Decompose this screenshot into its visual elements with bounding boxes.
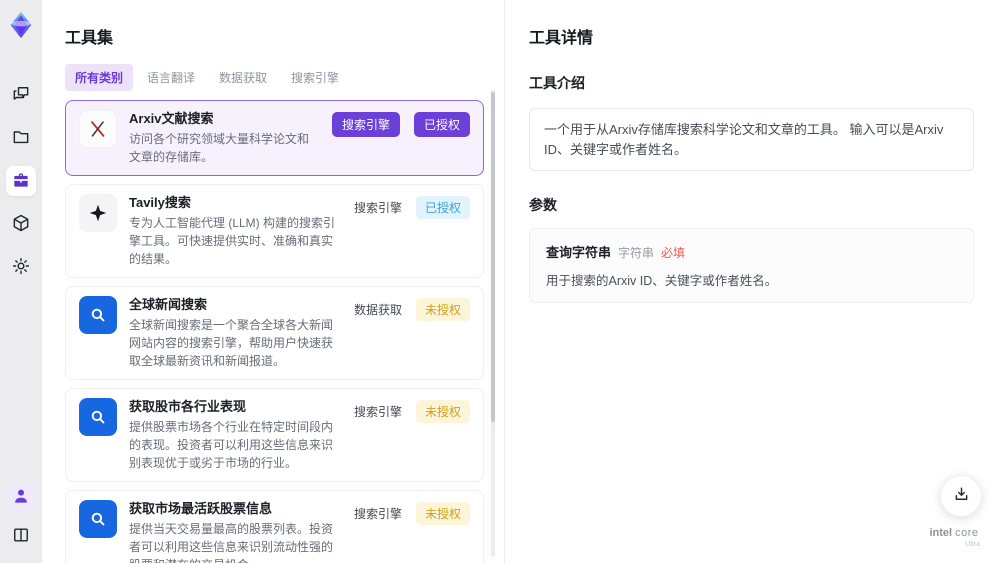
category-tab[interactable]: 所有类别 <box>65 64 134 91</box>
category-tab[interactable]: 数据获取 <box>209 64 277 91</box>
sidebar-item-toolbox[interactable] <box>6 166 36 196</box>
tool-name: 全球新闻搜索 <box>129 297 208 312</box>
download-button[interactable] <box>940 475 982 517</box>
tool-body: 全球新闻搜索 全球新闻搜索是一个聚合全球各大新闻网站内容的搜索引擎，帮助用户快速… <box>129 296 342 370</box>
tool-meta: 搜索引擎 未授权 <box>354 502 470 525</box>
tool-category: 搜索引擎 <box>353 201 402 215</box>
param-name: 查询字符串 <box>546 245 612 260</box>
toolbox-icon <box>11 170 31 193</box>
tool-card[interactable]: 全球新闻搜索 全球新闻搜索是一个聚合全球各大新闻网站内容的搜索引擎，帮助用户快速… <box>65 286 484 380</box>
tool-description: 提供股票市场各个行业在特定时间段内的表现。投资者可以利用这些信息来识别表现优于或… <box>129 420 334 470</box>
tool-intro-box: 一个用于从Arxiv存储库搜索科学论文和文章的工具。 输入可以是Arxiv ID… <box>529 108 974 171</box>
tool-name: Arxiv文献搜索 <box>129 111 214 126</box>
search-blue-icon <box>79 296 117 334</box>
tab-label: 搜索引擎 <box>291 71 340 85</box>
tool-list-panel: 工具集 所有类别 语言翻译 数据获取 搜索引擎 Arxiv文献搜索 访问各个研究… <box>42 0 504 563</box>
page-title: 工具集 <box>65 30 114 47</box>
tool-description: 全球新闻搜索是一个聚合全球各大新闻网站内容的搜索引擎，帮助用户快速获取全球最新资… <box>129 318 334 368</box>
tool-body: Arxiv文献搜索 访问各个研究领域大量科学论文和文章的存储库。 <box>129 110 320 166</box>
tool-card[interactable]: 获取股市各行业表现 提供股票市场各个行业在特定时间段内的表现。投资者可以利用这些… <box>65 388 484 482</box>
tool-auth-badge: 未授权 <box>415 298 470 321</box>
tool-body: 获取市场最活跃股票信息 提供当天交易量最高的股票列表。投资者可以利用这些信息来识… <box>129 500 342 563</box>
left-rail <box>0 0 42 563</box>
param-head: 查询字符串 字符串 必填 <box>546 242 957 261</box>
tool-auth-badge: 未授权 <box>415 502 470 525</box>
category-tabs: 所有类别 语言翻译 数据获取 搜索引擎 <box>65 64 484 91</box>
tool-category: 搜索引擎 <box>353 405 402 419</box>
tool-name: Tavily搜索 <box>129 195 191 210</box>
sidebar-item-files[interactable] <box>6 123 36 153</box>
intro-heading: 工具介绍 <box>529 75 585 91</box>
download-icon <box>952 485 971 507</box>
tool-meta: 搜索引擎 未授权 <box>354 400 470 423</box>
tab-label: 语言翻译 <box>147 71 196 85</box>
tool-name: 获取股市各行业表现 <box>129 399 247 414</box>
tab-label: 所有类别 <box>75 71 124 85</box>
settings-icon <box>11 256 31 279</box>
chat-icon <box>11 84 31 107</box>
tool-category: 搜索引擎 <box>353 507 402 521</box>
search-blue-icon <box>79 398 117 436</box>
params-list: 查询字符串 字符串 必填 用于搜索的Arxiv ID、关键字或作者姓名。 <box>529 228 974 303</box>
tool-card[interactable]: Arxiv文献搜索 访问各个研究领域大量科学论文和文章的存储库。 搜索引擎 已授… <box>65 100 484 176</box>
user-icon <box>11 486 31 509</box>
sidebar-item-collapse[interactable] <box>6 521 36 551</box>
category-tab[interactable]: 搜索引擎 <box>281 64 349 91</box>
tool-description: 专为人工智能代理 (LLM) 构建的搜索引擎工具。可快速提供实时、准确和真实的结… <box>129 216 336 266</box>
tool-description: 提供当天交易量最高的股票列表。投资者可以利用这些信息来识别流动性强的股票和潜在的… <box>129 522 334 563</box>
intel-core-logo: intel core Ultra <box>929 527 980 548</box>
tool-description: 访问各个研究领域大量科学论文和文章的存储库。 <box>129 132 310 164</box>
sidebar-item-user[interactable] <box>7 483 35 511</box>
tool-card[interactable]: 获取市场最活跃股票信息 提供当天交易量最高的股票列表。投资者可以利用这些信息来识… <box>65 490 484 563</box>
category-tab[interactable]: 语言翻译 <box>137 64 205 91</box>
tool-auth-badge: 已授权 <box>413 112 470 137</box>
tool-body: 获取股市各行业表现 提供股票市场各个行业在特定时间段内的表现。投资者可以利用这些… <box>129 398 342 472</box>
tool-detail-panel: 工具详情 工具介绍 一个用于从Arxiv存储库搜索科学论文和文章的工具。 输入可… <box>504 0 1000 563</box>
rail-nav <box>6 80 36 282</box>
search-blue-icon <box>79 500 117 538</box>
folder-icon <box>11 127 31 150</box>
tab-label: 数据获取 <box>219 71 268 85</box>
sidebar-item-packages[interactable] <box>6 209 36 239</box>
param-type: 字符串 <box>618 246 655 260</box>
tool-auth-badge: 已授权 <box>415 196 470 219</box>
params-heading: 参数 <box>529 197 557 213</box>
tool-category: 数据获取 <box>353 303 402 317</box>
tavily-star-icon <box>79 194 117 232</box>
param-description: 用于搜索的Arxiv ID、关键字或作者姓名。 <box>546 274 778 288</box>
app-logo <box>6 10 36 40</box>
tool-list: Arxiv文献搜索 访问各个研究领域大量科学论文和文章的存储库。 搜索引擎 已授… <box>65 100 484 563</box>
param-required-flag: 必填 <box>661 246 686 260</box>
tool-meta: 搜索引擎 已授权 <box>354 196 470 219</box>
tool-meta: 搜索引擎 已授权 <box>331 112 470 137</box>
tool-name: 获取市场最活跃股票信息 <box>129 501 273 516</box>
cube-icon <box>11 213 31 236</box>
param-item: 查询字符串 字符串 必填 用于搜索的Arxiv ID、关键字或作者姓名。 <box>529 228 974 303</box>
tool-auth-badge: 未授权 <box>415 400 470 423</box>
panels-icon <box>11 525 31 548</box>
tool-body: Tavily搜索 专为人工智能代理 (LLM) 构建的搜索引擎工具。可快速提供实… <box>129 194 342 268</box>
rail-bottom <box>6 483 36 551</box>
arxiv-icon <box>79 110 117 148</box>
tool-card[interactable]: Tavily搜索 专为人工智能代理 (LLM) 构建的搜索引擎工具。可快速提供实… <box>65 184 484 278</box>
scrollbar-thumb[interactable] <box>491 92 495 422</box>
sidebar-item-chat[interactable] <box>6 80 36 110</box>
sidebar-item-settings[interactable] <box>6 252 36 282</box>
detail-title: 工具详情 <box>529 30 594 47</box>
tool-category: 搜索引擎 <box>331 112 400 137</box>
tool-meta: 数据获取 未授权 <box>354 298 470 321</box>
